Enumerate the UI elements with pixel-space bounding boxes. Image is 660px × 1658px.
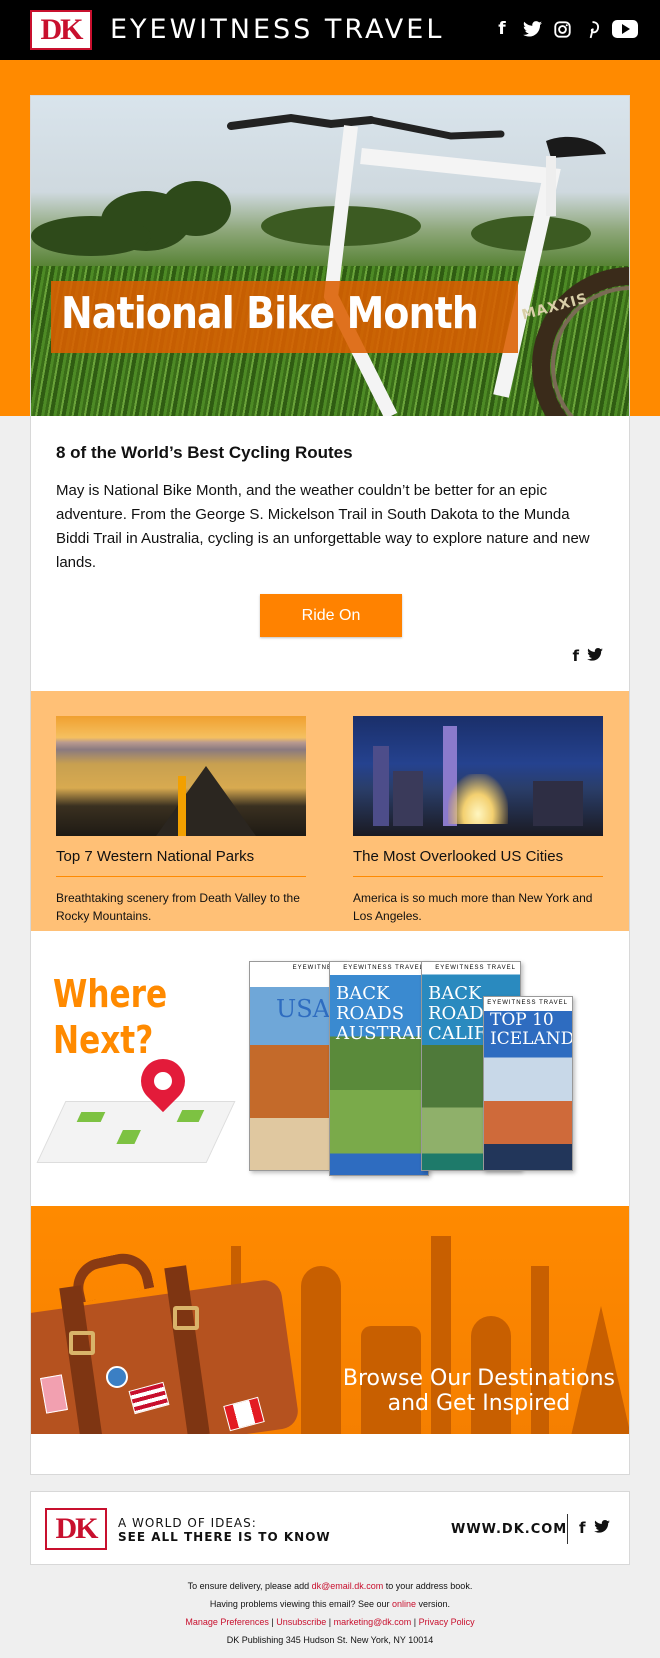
where-next-heading: Where Next? <box>53 971 167 1063</box>
tagline-line2: SEE ALL THERE IS TO KNOW <box>118 1530 331 1544</box>
marketing-email-link[interactable]: marketing@dk.com <box>334 1617 412 1627</box>
book-band: EYEWITNESS TRAVEL <box>330 962 428 974</box>
feature-title[interactable]: Top 7 Western National Parks <box>56 846 306 868</box>
footer-divider <box>567 1514 568 1544</box>
email-page: DK EYEWITNESS TRAVEL f MAXXIS National B… <box>0 0 660 1658</box>
footer-card: DK A WORLD OF IDEAS: SEE ALL THERE IS TO… <box>30 1491 630 1565</box>
article-share-links: f <box>572 647 603 665</box>
manage-preferences-link[interactable]: Manage Preferences <box>185 1617 269 1627</box>
pinterest-icon[interactable] <box>582 18 602 40</box>
header-social-links: f <box>492 18 638 40</box>
where-next-banner[interactable]: Where Next? EYEWITNESS USA EYEWITNESS TR… <box>31 931 629 1206</box>
feature-section: Top 7 Western National Parks Breathtakin… <box>31 691 629 931</box>
footer-tagline: A WORLD OF IDEAS: SEE ALL THERE IS TO KN… <box>118 1516 331 1544</box>
dk-website-link[interactable]: WWW.DK.COM <box>451 1522 567 1537</box>
youtube-icon[interactable] <box>612 20 638 38</box>
article-intro-text: May is National Bike Month, and the weat… <box>56 482 590 571</box>
book-title: USA <box>276 995 330 1023</box>
email-link[interactable]: dk@email.dk.com <box>312 1581 384 1591</box>
bicycle-illustration <box>227 113 629 416</box>
twitter-icon[interactable] <box>522 18 542 40</box>
book-title: BACK ROADS AUSTRALIA <box>336 983 428 1044</box>
legal-footer: To ensure delivery, please add dk@email.… <box>0 1577 660 1649</box>
feature-card[interactable]: Top 7 Western National Parks Breathtakin… <box>56 716 306 925</box>
map-icon <box>36 1101 236 1163</box>
brand-title: EYEWITNESS TRAVEL <box>110 14 445 45</box>
browse-line1: Browse Our Destinations <box>342 1366 615 1391</box>
divider <box>353 876 603 877</box>
feature-text: America is so much more than New York an… <box>353 891 593 923</box>
header-bar: DK EYEWITNESS TRAVEL f <box>0 0 660 60</box>
feature-title[interactable]: The Most Overlooked US Cities <box>353 846 603 868</box>
feature-card[interactable]: The Most Overlooked US Cities America is… <box>353 716 603 925</box>
book-title: TOP 10 ICELAND <box>490 1010 573 1049</box>
feature-text: Breathtaking scenery from Death Valley t… <box>56 891 300 923</box>
city-fountain-image[interactable] <box>353 716 603 836</box>
unsubscribe-link[interactable]: Unsubscribe <box>276 1617 326 1627</box>
delivery-note: To ensure delivery, please add dk@email.… <box>187 1581 473 1591</box>
where-next-line2: Next? <box>53 1018 154 1062</box>
privacy-policy-link[interactable]: Privacy Policy <box>419 1617 475 1627</box>
article-title: 8 of the World’s Best Cycling Routes <box>56 443 353 462</box>
instagram-icon[interactable] <box>552 18 572 40</box>
view-online-note: Having problems viewing this email? See … <box>209 1599 451 1609</box>
guidebook-iceland[interactable]: EYEWITNESS TRAVEL TOP 10 ICELAND <box>483 996 573 1171</box>
tagline-line1: A WORLD OF IDEAS: <box>118 1516 257 1530</box>
book-band: EYEWITNESS TRAVEL <box>484 997 572 1009</box>
facebook-icon[interactable]: f <box>579 1519 586 1537</box>
twitter-icon[interactable] <box>593 1519 610 1537</box>
guidebook-australia[interactable]: EYEWITNESS TRAVEL BACK ROADS AUSTRALIA <box>329 961 429 1176</box>
browse-destinations-text: Browse Our Destinations and Get Inspired <box>343 1366 615 1416</box>
footer-social-links: f <box>579 1519 610 1537</box>
book-band: EYEWITNESS TRAVEL <box>422 962 520 974</box>
ride-on-button[interactable]: Ride On <box>260 594 402 637</box>
online-version-link[interactable]: online <box>392 1599 416 1609</box>
divider <box>56 876 306 877</box>
twitter-icon[interactable] <box>587 647 603 665</box>
desert-road-image[interactable] <box>56 716 306 836</box>
company-address: DK Publishing 345 Hudson St. New York, N… <box>226 1635 434 1645</box>
hero-title: National Bike Month <box>61 288 479 339</box>
preference-links: Manage Preferences | Unsubscribe | marke… <box>185 1617 475 1627</box>
where-next-line1: Where <box>53 972 168 1016</box>
dk-logo-text: DK <box>40 13 84 46</box>
main-content-card: MAXXIS National Bike Month 8 of the Worl… <box>30 95 630 1475</box>
dk-logo[interactable]: DK <box>30 10 92 50</box>
facebook-icon[interactable]: f <box>492 18 512 40</box>
browse-line2: and Get Inspired <box>387 1391 571 1416</box>
round-sticker <box>106 1366 128 1388</box>
dk-footer-logo-text: DK <box>55 1512 99 1545</box>
dk-footer-logo[interactable]: DK <box>45 1508 107 1550</box>
hero-image[interactable]: MAXXIS National Bike Month <box>31 96 629 416</box>
browse-destinations-banner[interactable]: Browse Our Destinations and Get Inspired <box>31 1206 629 1434</box>
facebook-icon[interactable]: f <box>572 647 579 665</box>
